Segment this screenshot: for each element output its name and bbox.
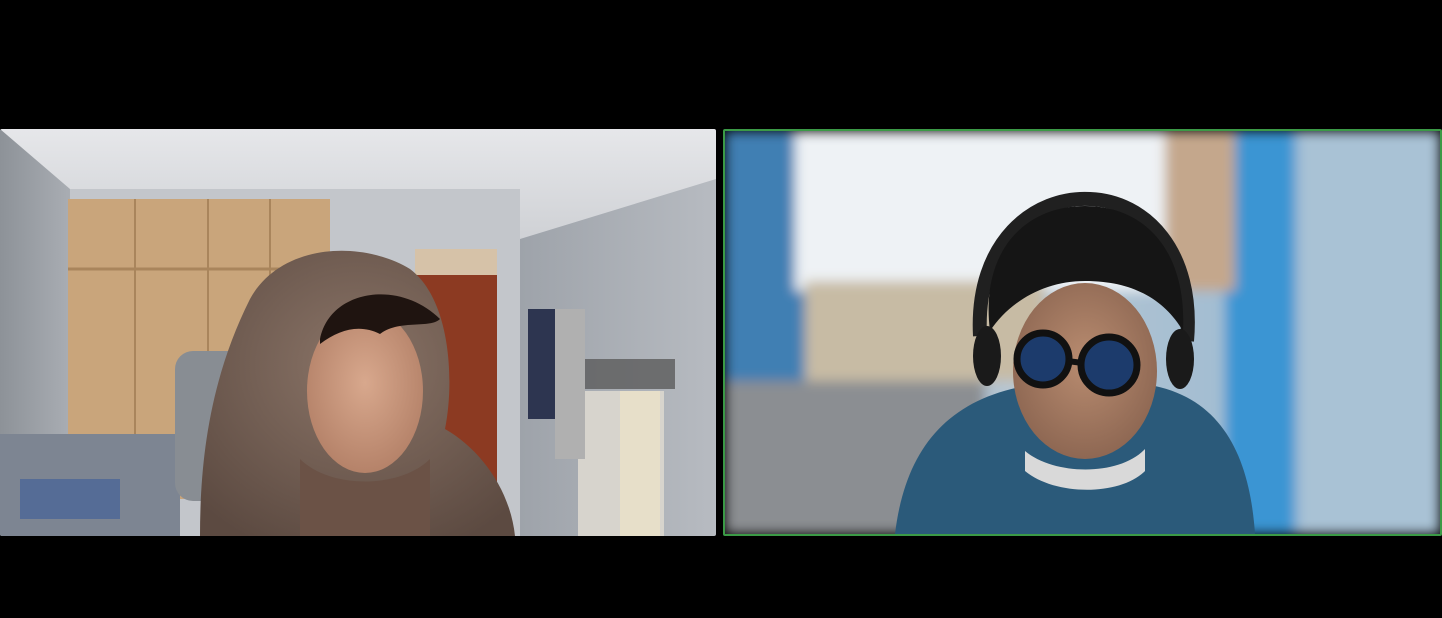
- participant-video-feed-1: [0, 129, 716, 536]
- participant-video-tile-2[interactable]: [723, 129, 1442, 536]
- participant-video-tile-1[interactable]: [0, 129, 716, 536]
- video-call-gallery: [0, 0, 1442, 618]
- participant-video-feed-2: [725, 131, 1440, 534]
